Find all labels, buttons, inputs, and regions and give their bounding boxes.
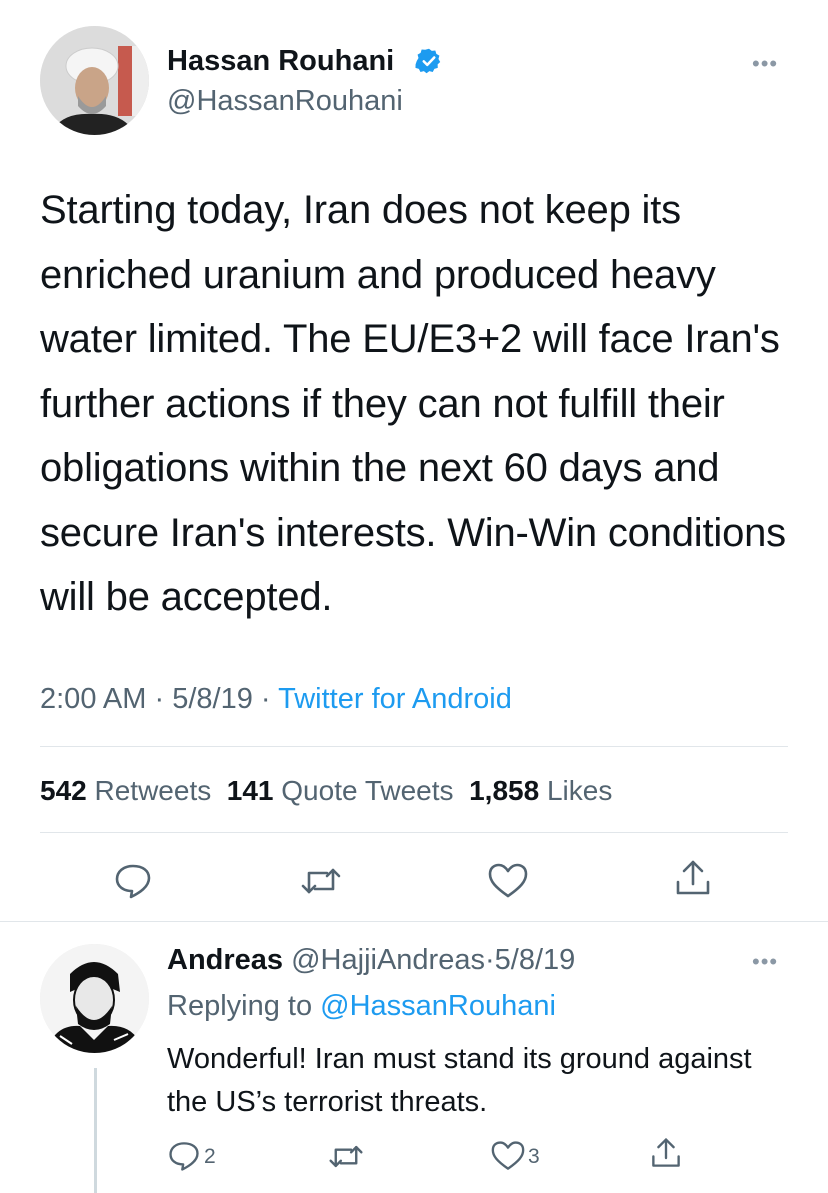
author-avatar[interactable] (40, 26, 149, 135)
reply-date[interactable]: 5/8/19 (495, 944, 576, 976)
reply-more-dots-icon[interactable]: ••• (752, 951, 778, 973)
retweets-label: Retweets (94, 775, 212, 806)
quotes-count: 141 (226, 775, 274, 806)
tweet-meta: 2:00 AM · 5/8/19 · Twitter for Android (40, 682, 512, 716)
heart-icon[interactable] (490, 1140, 526, 1172)
likes-stat[interactable]: 1,858 Likes (469, 775, 612, 806)
reply-count: 2 (204, 1145, 216, 1168)
quotes-stat[interactable]: 141 Quote Tweets (227, 775, 454, 806)
tweet-date[interactable]: 5/8/19 (172, 683, 253, 715)
replying-to-prefix: Replying to (167, 990, 313, 1022)
tweet-source-link[interactable]: Twitter for Android (278, 683, 512, 715)
meta-separator: · (260, 683, 271, 715)
reply-header: Andreas @HajjiAndreas·5/8/19 (167, 943, 575, 977)
tweet-time[interactable]: 2:00 AM (40, 683, 146, 715)
avatar-illustration-image (40, 944, 149, 1053)
reply-separator: · (484, 944, 495, 976)
reply-bubble-icon[interactable] (167, 1140, 201, 1172)
retweets-count: 542 (40, 775, 87, 806)
replying-to: Replying to @HassanRouhani (167, 989, 556, 1023)
tweet-text: Starting today, Iran does not keep its e… (40, 188, 786, 619)
retweet-icon[interactable] (299, 864, 343, 898)
reply-bubble-icon[interactable] (113, 862, 153, 900)
like-count: 3 (528, 1145, 540, 1168)
author-handle[interactable]: @HassanRouhani (167, 84, 403, 118)
quotes-label: Quote Tweets (281, 775, 454, 806)
reply-text: Wonderful! Iran must stand its ground ag… (167, 1043, 752, 1118)
reply-author-handle[interactable]: @HajjiAndreas (291, 944, 485, 976)
meta-separator: · (154, 683, 165, 715)
tweet-stats: 542 Retweets 141 Quote Tweets 1,858 Like… (40, 774, 612, 808)
avatar-portrait-image (40, 26, 149, 135)
divider (40, 832, 788, 833)
share-icon[interactable] (674, 858, 712, 898)
reply-author-avatar[interactable] (40, 944, 149, 1053)
more-dots-icon[interactable]: ••• (752, 53, 778, 75)
author-name[interactable]: Hassan Rouhani (167, 44, 394, 78)
retweet-icon[interactable] (327, 1142, 365, 1171)
retweets-stat[interactable]: 542 Retweets (40, 775, 211, 806)
likes-label: Likes (546, 775, 613, 806)
verified-badge-icon (415, 47, 443, 75)
reply-thread-line (94, 1068, 97, 1193)
heart-icon[interactable] (487, 862, 529, 900)
share-icon[interactable] (650, 1136, 682, 1170)
reply-author-name[interactable]: Andreas (167, 944, 283, 976)
replying-to-handle[interactable]: @HassanRouhani (320, 990, 556, 1022)
divider (0, 921, 828, 922)
divider (40, 746, 788, 747)
likes-count: 1,858 (469, 775, 540, 806)
